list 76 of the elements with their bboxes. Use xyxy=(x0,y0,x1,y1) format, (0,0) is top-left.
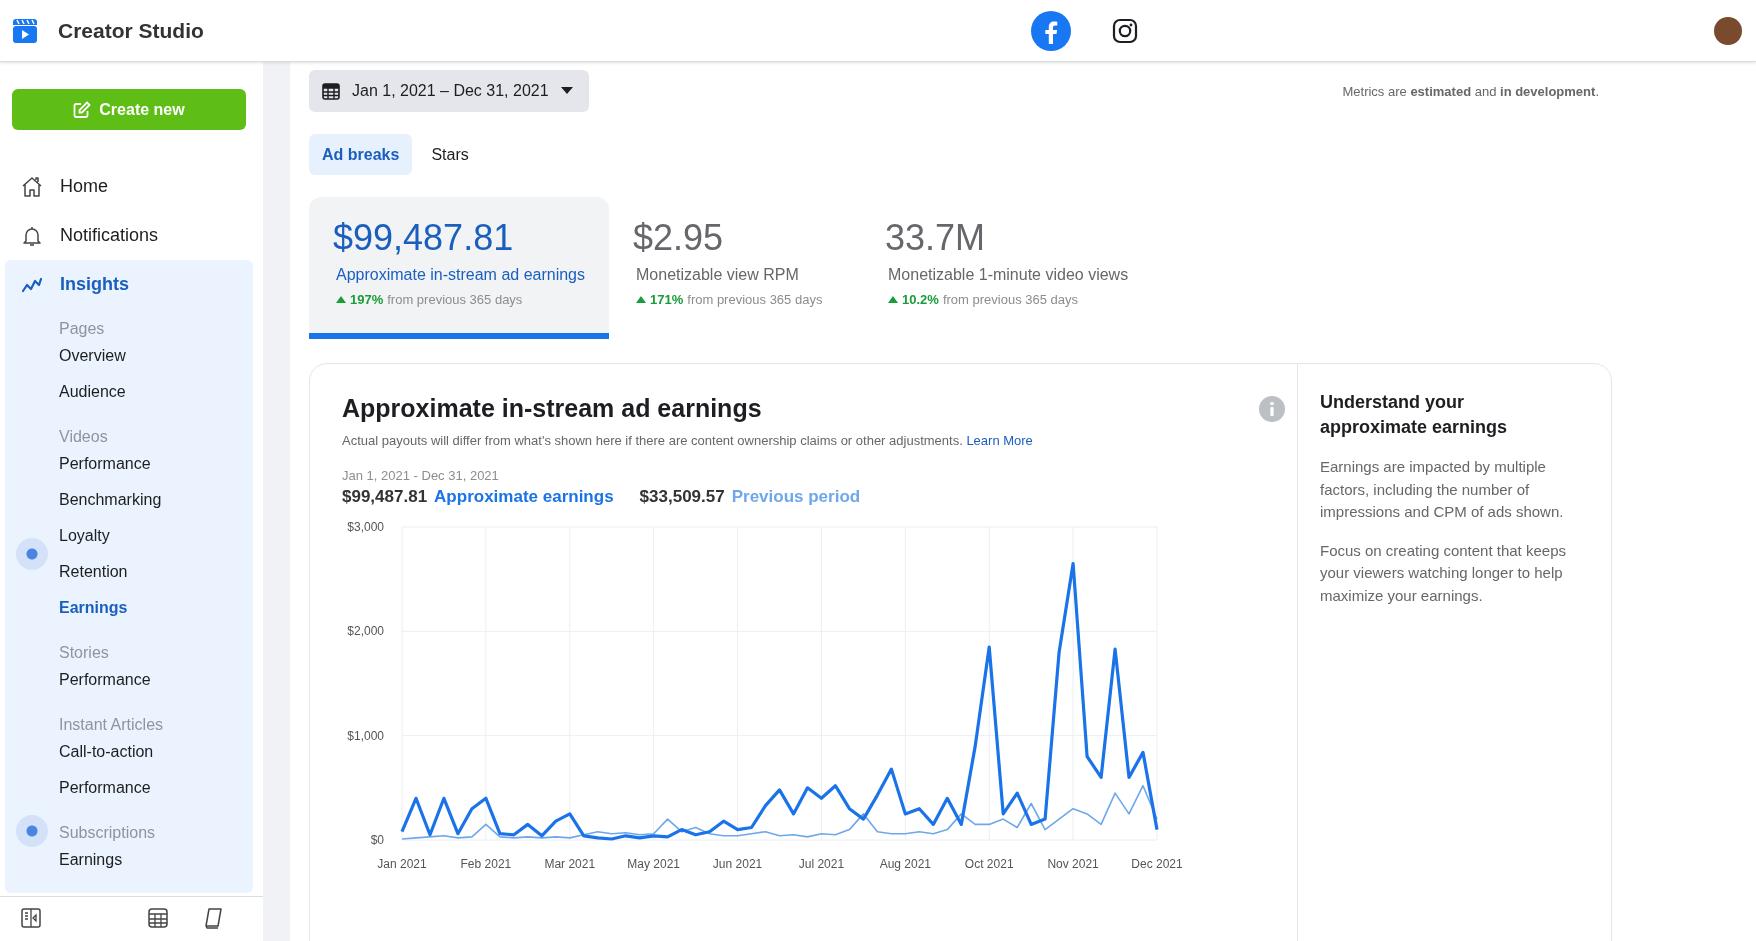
clapperboard-logo xyxy=(12,17,38,44)
tab[interactable]: Ad breaks xyxy=(309,134,413,175)
learn-more-link[interactable]: Learn More xyxy=(966,433,1033,448)
x-axis-label: May 2021 xyxy=(627,857,680,871)
sidebar-link[interactable]: Performance xyxy=(59,779,151,797)
metric-label: Monetizable 1-minute video views xyxy=(887,266,1129,284)
sidebar-link[interactable]: Retention xyxy=(59,563,128,581)
x-axis-label: Nov 2021 xyxy=(1047,857,1099,871)
sidebar-link[interactable]: Loyalty xyxy=(59,527,110,545)
home-icon[interactable] xyxy=(20,174,44,199)
change-percent: 171% xyxy=(650,292,684,307)
change-text: from previous 365 days xyxy=(387,292,523,307)
y-axis-label: $2,000 xyxy=(347,624,384,639)
metric-card[interactable]: $99,487.81 Approximate in-stream ad earnings 197% from previous 365 days xyxy=(309,197,609,339)
metric-value: $2.95 xyxy=(633,217,725,259)
metrics-note: Metrics are estimated and in development. xyxy=(1342,83,1599,99)
legend-amount: $33,509.57 xyxy=(639,487,725,507)
calendar-icon[interactable] xyxy=(322,82,340,100)
home-nav-item[interactable]: Home xyxy=(5,162,253,211)
x-axis-label: Jan 2021 xyxy=(377,857,427,871)
sidebar-link[interactable]: Performance xyxy=(59,671,151,689)
metric-value: $99,487.81 xyxy=(333,217,515,259)
hint-dot[interactable] xyxy=(16,538,48,570)
metric-value: 33.7M xyxy=(885,217,987,259)
section-heading: Videos xyxy=(59,428,108,446)
up-triangle-icon xyxy=(888,296,898,303)
x-axis-label: Oct 2021 xyxy=(964,857,1014,871)
period-label: Jan 1, 2021 - Dec 31, 2021 xyxy=(342,468,500,483)
section-heading: Pages xyxy=(59,320,105,338)
y-axis-label: $0 xyxy=(370,833,384,847)
x-axis-label: Dec 2021 xyxy=(1131,857,1183,871)
table-icon[interactable] xyxy=(147,907,169,929)
side-panel-title: Understand your approximate earnings xyxy=(1320,391,1509,440)
side-panel-paragraph: Focus on creating content that keeps your viewers watching longer to help maximize your earnings. xyxy=(1320,540,1567,606)
x-axis-label: Jun 2021 xyxy=(712,857,763,871)
change-text: from previous 365 days xyxy=(942,292,1078,307)
metric-label: Monetizable view RPM xyxy=(635,266,800,284)
metric-card[interactable]: 33.7M Monetizable 1-minute video views 10.2% from previous 365 days xyxy=(861,197,1153,339)
y-axis-label: $1,000 xyxy=(347,728,384,743)
x-axis-label: Mar 2021 xyxy=(544,857,596,871)
tab[interactable]: Stars xyxy=(418,134,482,175)
sidebar-link[interactable]: Call-to-action xyxy=(59,743,154,761)
section-heading: Instant Articles xyxy=(59,716,164,734)
metric-card[interactable]: $2.95 Monetizable view RPM 171% from previous 365 days xyxy=(609,197,861,339)
section-heading: Stories xyxy=(59,644,109,662)
sidebar-link[interactable]: Benchmarking xyxy=(59,491,162,509)
side-panel-paragraph: Earnings are impacted by multiple factors, including the number of impressions and CPM of ads shown. xyxy=(1320,457,1565,523)
date-range-picker[interactable]: Jan 1, 2021 – Dec 31, 2021 xyxy=(309,70,589,112)
legend-label[interactable]: Approximate earnings xyxy=(434,487,614,507)
sidebar-link[interactable]: Earnings xyxy=(59,599,128,617)
up-triangle-icon xyxy=(636,296,646,303)
sidebar-link[interactable]: Earnings xyxy=(59,851,123,869)
x-axis-label: Feb 2021 xyxy=(460,857,512,871)
y-axis-label: $3,000 xyxy=(347,520,384,534)
change-percent: 197% xyxy=(350,292,384,307)
sidebar-link[interactable]: Audience xyxy=(59,383,126,401)
change-percent: 10.2% xyxy=(902,292,939,307)
insights-nav-item[interactable]: Insights xyxy=(5,260,253,309)
section-heading: Subscriptions xyxy=(59,824,156,842)
hint-dot[interactable] xyxy=(16,815,48,847)
sidebar-link[interactable]: Performance xyxy=(59,455,151,473)
x-axis-label: Jul 2021 xyxy=(798,857,845,871)
change-text: from previous 365 days xyxy=(687,292,823,307)
collapse-panel-icon[interactable] xyxy=(20,907,42,929)
metric-label: Approximate in-stream ad earnings xyxy=(335,266,585,284)
app-title: Creator Studio xyxy=(58,18,204,43)
book-icon[interactable] xyxy=(203,907,225,929)
profile-avatar[interactable] xyxy=(1714,16,1742,45)
legend-amount: $99,487.81 xyxy=(342,487,428,507)
card-description: Actual payouts will differ from what's shown here if there are content ownership claims or other adjustments. Learn More xyxy=(342,433,1034,448)
card-title: Approximate in-stream ad earnings xyxy=(342,394,762,423)
x-axis-label: Aug 2021 xyxy=(879,857,932,871)
caret-down-icon[interactable] xyxy=(560,87,573,95)
sidebar-link[interactable]: Overview xyxy=(59,347,126,365)
notifications-nav-item[interactable]: Notifications xyxy=(5,211,253,260)
up-triangle-icon xyxy=(336,296,346,303)
